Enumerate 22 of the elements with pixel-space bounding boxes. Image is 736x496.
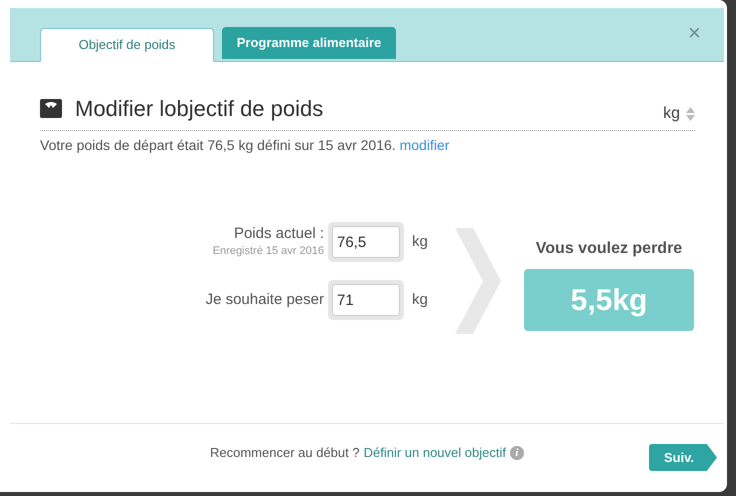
unit-label: kg: [412, 232, 428, 252]
weight-field[interactable]: 76,5: [328, 222, 404, 262]
restart-text: Recommencer au début ?: [210, 444, 360, 462]
tab[interactable]: Objectif de poids: [40, 28, 214, 62]
weight-field[interactable]: 71: [328, 280, 404, 320]
unit-select[interactable]: kg: [663, 102, 695, 126]
tab[interactable]: Programme alimentaire: [222, 27, 396, 59]
next-button[interactable]: Suiv.: [649, 444, 717, 471]
new-goal-link[interactable]: Définir un nouvel objectif: [364, 443, 506, 462]
start-weight-text: Votre poids de départ était 76,5 kg défini sur 15 avr 2016.: [40, 137, 396, 153]
info-icon[interactable]: i: [510, 446, 524, 460]
scale-icon: [40, 98, 62, 118]
field-label: Je souhaite peser: [206, 291, 324, 309]
result-value: 5,5kg: [524, 269, 694, 331]
unit-label: kg: [412, 290, 428, 310]
result-label: Vous voulez perdre: [536, 239, 682, 259]
recorded-date: Enregistré 15 avr 2016: [212, 244, 324, 259]
close-button[interactable]: ×: [688, 22, 701, 44]
heading: Modifier lobjectif de poids: [75, 94, 324, 123]
modify-link[interactable]: modifier: [400, 137, 450, 153]
field-label: Poids actuel :: [234, 224, 324, 243]
sort-icon: [686, 107, 695, 121]
